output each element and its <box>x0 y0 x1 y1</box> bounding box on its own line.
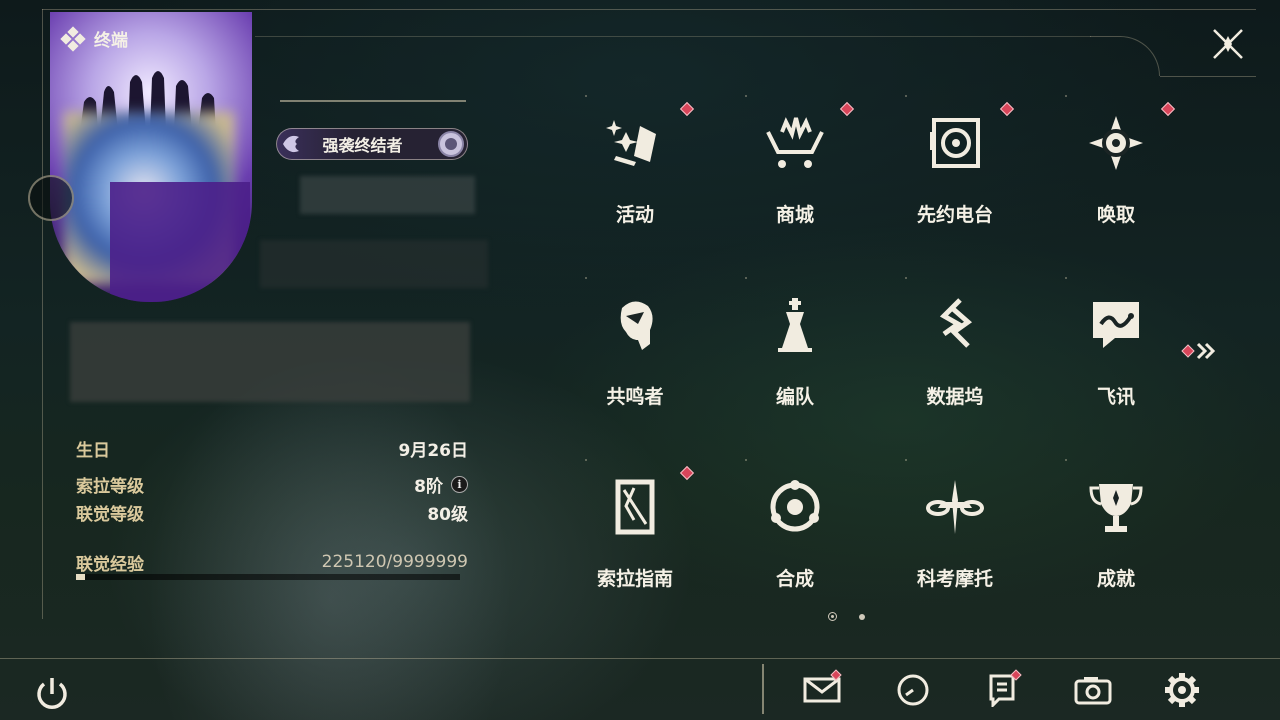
chevrons-right-icon <box>1196 342 1216 360</box>
title-badge[interactable]: 强袭终结者 <box>276 128 468 160</box>
exp-progress-fill <box>76 574 85 580</box>
sol-rank-value: 8阶 <box>414 476 443 497</box>
menu-item-shop[interactable]: 商城 <box>730 100 860 240</box>
motorbike-icon <box>926 480 984 534</box>
menu-item-radio[interactable]: 先约电台 <box>890 100 1020 240</box>
menu-item-data-dock[interactable]: 数据坞 <box>890 282 1020 422</box>
wing-emblem-icon <box>283 135 299 153</box>
frame-line-inner <box>255 36 1091 37</box>
notification-badge <box>679 101 695 117</box>
power-button[interactable] <box>32 674 72 714</box>
player-name-redacted <box>300 176 475 214</box>
notification-badge <box>999 101 1015 117</box>
title-divider <box>280 100 466 102</box>
menu-item-motorbike[interactable]: 科考摩托 <box>890 464 1020 604</box>
profile-stats: 生日 9月26日 索拉等级 8阶 i 联觉等级 80级 联觉经验 225120/… <box>76 436 468 575</box>
mail-button[interactable] <box>802 669 842 708</box>
avatar-card[interactable] <box>50 12 252 302</box>
menu-item-sol-guide[interactable]: 索拉指南 <box>570 464 700 604</box>
page-dot[interactable] <box>859 613 865 620</box>
settings-button[interactable] <box>1162 672 1202 708</box>
menu-item-resonators[interactable]: 共鸣者 <box>570 282 700 422</box>
guide-book-icon <box>615 479 655 535</box>
terminal-diamonds-icon <box>60 25 86 52</box>
power-icon <box>37 678 67 709</box>
bottom-bar-divider <box>762 664 764 714</box>
camera-icon <box>1074 677 1112 705</box>
emblem-circle-icon <box>438 131 464 157</box>
stat-union-level: 联觉等级 80级 <box>76 504 468 525</box>
frame-line-right <box>1160 76 1256 77</box>
close-button[interactable] <box>1208 24 1248 64</box>
notification-badge <box>839 101 855 117</box>
info-icon[interactable]: i <box>451 475 468 493</box>
exp-progress-bar <box>76 574 460 580</box>
menu-item-team[interactable]: 编队 <box>730 282 860 422</box>
stat-birthday: 生日 9月26日 <box>76 440 468 461</box>
menu-item-activity[interactable]: 活动 <box>570 100 700 240</box>
synthesis-icon <box>770 480 820 532</box>
terminal-title: 终端 <box>94 31 128 51</box>
character-head-icon <box>620 301 653 350</box>
page-indicator <box>828 612 865 621</box>
shop-cart-icon <box>766 117 824 168</box>
stat-sol-rank: 索拉等级 8阶 i <box>76 472 468 497</box>
player-id-redacted <box>260 240 488 288</box>
stat-union-exp: 联觉经验 225120/9999999 <box>76 552 468 575</box>
title-badge-label: 强袭终结者 <box>322 136 403 155</box>
data-dock-icon <box>939 298 973 348</box>
notification-badge <box>679 465 695 481</box>
frame-line-left <box>42 9 43 619</box>
page-dot-current[interactable] <box>828 612 837 621</box>
frame-line-top <box>42 9 1256 10</box>
trophy-icon <box>1089 484 1143 532</box>
next-page-button[interactable] <box>1180 340 1224 362</box>
notification-badge <box>1160 101 1176 117</box>
menu-item-synthesis[interactable]: 合成 <box>730 464 860 604</box>
signature-redacted[interactable] <box>70 322 470 402</box>
time-button[interactable] <box>893 672 933 708</box>
radio-icon <box>930 118 980 168</box>
terminal-header: 终端 <box>60 25 128 52</box>
notification-badge <box>1181 344 1195 358</box>
camera-button[interactable] <box>1073 672 1113 708</box>
menu-item-messages[interactable]: 飞讯 <box>1051 282 1181 422</box>
gear-icon <box>1165 673 1199 707</box>
compass-star-icon <box>1089 116 1143 170</box>
close-icon <box>1224 36 1232 52</box>
avatar-ring <box>28 175 74 221</box>
notice-button[interactable] <box>982 669 1022 708</box>
clock-icon <box>897 674 929 706</box>
activity-icon <box>606 120 656 166</box>
bottom-divider-line <box>0 658 1280 659</box>
menu-item-convene[interactable]: 唤取 <box>1051 100 1181 240</box>
chat-bubble-icon <box>1093 302 1139 348</box>
menu-item-achievements[interactable]: 成就 <box>1051 464 1181 604</box>
chess-piece-icon <box>778 298 812 352</box>
